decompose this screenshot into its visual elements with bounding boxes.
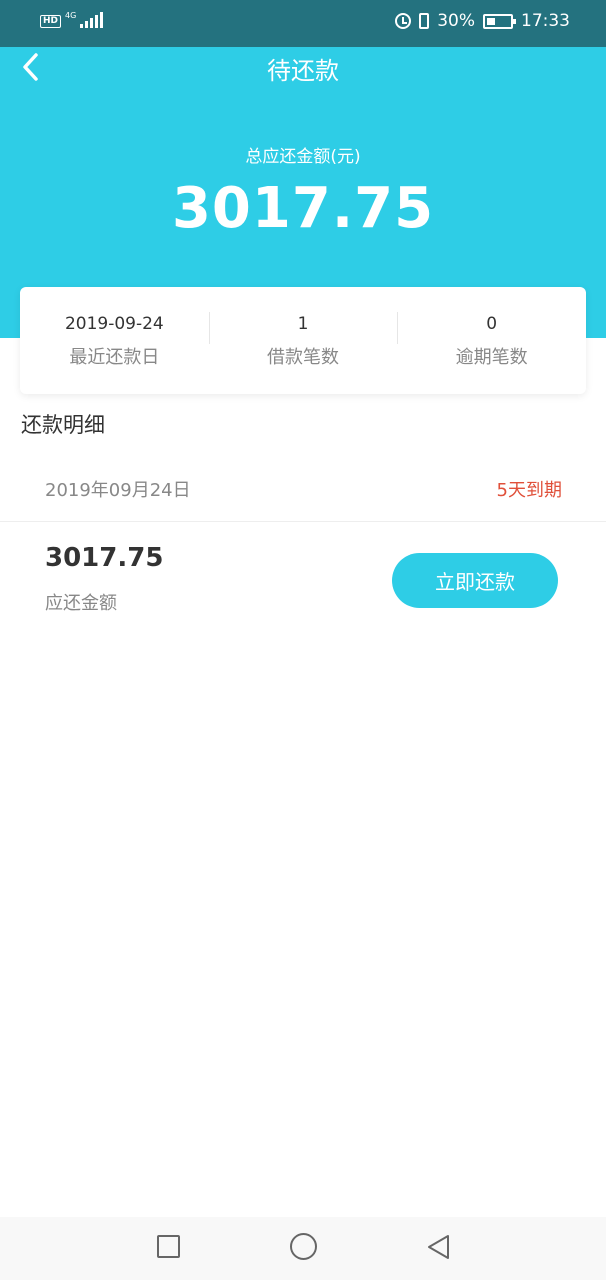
vibrate-icon: [419, 13, 430, 29]
page-title: 待还款: [267, 57, 339, 85]
stat-overdue-count: 0 逾期笔数: [397, 311, 586, 370]
section-title: 还款明细: [21, 413, 105, 437]
clock: 17:33: [521, 11, 570, 31]
stat-label: 逾期笔数: [455, 346, 528, 368]
triangle-back-svg: [428, 1235, 449, 1259]
square-icon[interactable]: [157, 1235, 180, 1258]
circle-icon[interactable]: [290, 1233, 317, 1260]
alarm-icon: [395, 13, 412, 29]
payment-item: 3017.75 应还金额 立即还款: [0, 523, 606, 633]
stat-loan-count: 1 借款笔数: [208, 311, 398, 370]
stat-value: 0: [486, 313, 498, 334]
stat-value: 2019-09-24: [64, 313, 164, 334]
stat-latest-repay-date: 2019-09-24 最近还款日: [20, 312, 209, 370]
system-nav-bar: [0, 1217, 606, 1280]
payment-amount: 3017.75: [45, 543, 164, 573]
status-right: 30% 17:33: [395, 11, 570, 31]
payment-amount-label: 应还金额: [45, 593, 117, 614]
summary-card: 2019-09-24 最近还款日 1 借款笔数 0 逾期笔数: [20, 287, 586, 394]
battery-percent: 30%: [437, 11, 475, 31]
repay-now-button[interactable]: 立即还款: [392, 553, 558, 608]
signal-icon: [80, 12, 104, 28]
total-amount-value: 3017.75: [171, 176, 435, 241]
status-left: HD 4G: [40, 11, 104, 28]
nav-bar: 待还款: [0, 47, 606, 91]
total-amount-label: 总应还金额(元): [245, 147, 361, 167]
repayment-date: 2019年09月24日: [45, 480, 191, 501]
status-bar: HD 4G 30% 17:33: [0, 0, 606, 47]
stat-value: 1: [297, 313, 309, 334]
stat-label: 借款笔数: [267, 346, 339, 368]
repayment-date-row: 2019年09月24日 5天到期: [0, 456, 606, 522]
hd-badge: HD: [40, 15, 62, 28]
battery-icon: [483, 13, 516, 29]
due-status: 5天到期: [496, 480, 562, 501]
triangle-back-icon[interactable]: [424, 1232, 454, 1262]
network-type: 4G: [65, 11, 77, 20]
stat-label: 最近还款日: [69, 346, 160, 368]
